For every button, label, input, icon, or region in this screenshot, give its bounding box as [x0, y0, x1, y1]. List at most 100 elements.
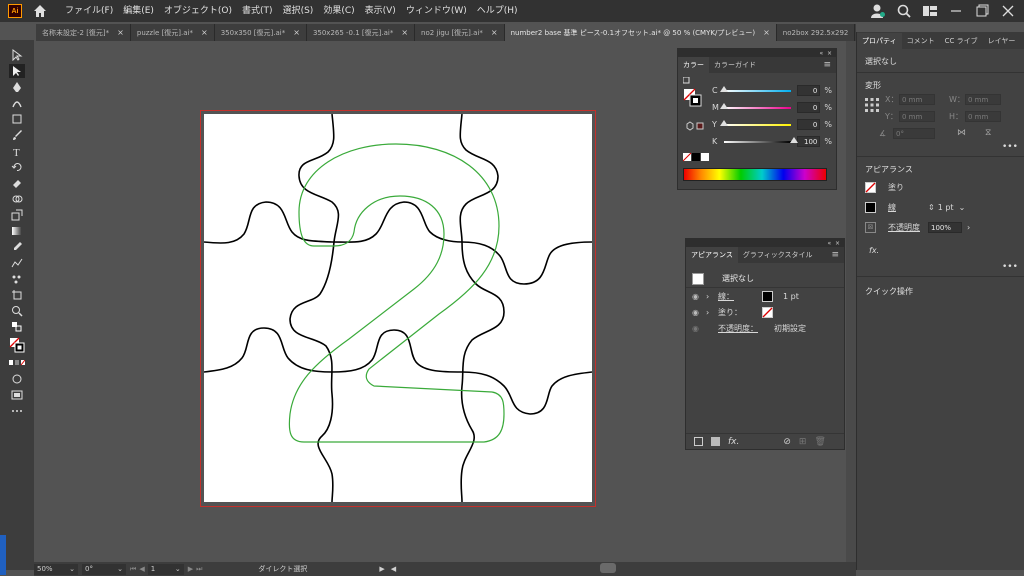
w-field[interactable]: W： 0 mm: [949, 94, 1001, 105]
scale-tool-icon[interactable]: [9, 208, 25, 222]
tab-color[interactable]: カラー: [678, 57, 709, 73]
opacity-label[interactable]: 不透明度: [888, 222, 928, 233]
h-field[interactable]: H： 0 mm: [949, 111, 1001, 122]
props-opacity-row[interactable]: ⊠ 不透明度 100% ›: [865, 222, 970, 233]
opacity-input[interactable]: 100%: [928, 222, 962, 233]
fill-none-swatch[interactable]: [865, 182, 876, 193]
eraser-tool-icon[interactable]: [9, 176, 25, 190]
channel-slider[interactable]: [719, 102, 792, 109]
props-fill-row[interactable]: 塗り: [865, 182, 904, 193]
h-input[interactable]: 0 mm: [965, 111, 1001, 122]
visibility-eye-icon[interactable]: ◉: [692, 292, 704, 301]
zoom-select[interactable]: 50% ⌄: [34, 563, 78, 575]
close-tab-icon[interactable]: ×: [201, 28, 208, 37]
first-artboard-icon[interactable]: ⏮: [130, 565, 136, 574]
curvature-tool-icon[interactable]: [9, 96, 25, 110]
panel-collapse-bar[interactable]: « ×: [678, 49, 836, 57]
close-tab-icon[interactable]: ×: [293, 28, 300, 37]
home-icon[interactable]: [32, 3, 48, 19]
chevron-down-icon[interactable]: ⌄: [959, 203, 966, 212]
flip-horizontal-icon[interactable]: ⋈: [957, 128, 966, 138]
visibility-eye-icon[interactable]: ◉: [692, 308, 704, 317]
panel-menu-icon[interactable]: ≡: [831, 250, 839, 260]
more-appearance-options[interactable]: •••: [1002, 262, 1018, 272]
restore-icon[interactable]: [974, 3, 990, 19]
channel-slider[interactable]: [719, 85, 792, 92]
props-stroke-row[interactable]: 線 ⇕ 1 pt ⌄: [865, 202, 965, 213]
selection-tool-icon[interactable]: [9, 48, 25, 62]
close-tab-icon[interactable]: ×: [401, 28, 408, 37]
doc-tab[interactable]: puzzle [復元].ai* ×: [131, 24, 215, 41]
doc-tab[interactable]: 350x350 [復元].ai* ×: [215, 24, 307, 41]
slider-thumb[interactable]: [789, 136, 798, 143]
close-tab-icon[interactable]: ×: [117, 28, 124, 37]
next-artboard-icon[interactable]: ▶: [188, 565, 193, 573]
add-stroke-icon[interactable]: [694, 437, 703, 446]
w-input[interactable]: 0 mm: [965, 94, 1001, 105]
add-effect-button[interactable]: fx.: [869, 246, 879, 255]
scroll-left-icon[interactable]: ◀: [391, 565, 396, 573]
appearance-opacity-row[interactable]: ◉ 不透明度： 初期設定: [686, 320, 844, 336]
fill-stroke-swatch-icon[interactable]: [9, 336, 25, 354]
rotation-select[interactable]: 0° ⌄: [82, 563, 126, 575]
eyedropper-tool-icon[interactable]: [9, 240, 25, 254]
stroke-label[interactable]: 線: [888, 202, 928, 213]
type-tool-icon[interactable]: T: [9, 144, 25, 158]
prev-artboard-icon[interactable]: ◀: [139, 565, 144, 573]
channel-slider[interactable]: [719, 119, 792, 126]
puzzle-artwork[interactable]: [204, 114, 592, 502]
minimize-icon[interactable]: [948, 3, 964, 19]
panel-collapse-bar[interactable]: « ×: [686, 239, 844, 247]
tab-comments[interactable]: コメント: [902, 33, 940, 49]
pen-tool-icon[interactable]: [9, 80, 25, 94]
x-input[interactable]: 0 mm: [899, 94, 935, 105]
close-tab-icon[interactable]: ×: [763, 28, 770, 37]
more-transform-options[interactable]: •••: [1002, 142, 1018, 152]
artboard-tool-icon[interactable]: [9, 288, 25, 302]
tab-appearance[interactable]: アピアランス: [686, 247, 738, 263]
slider-thumb[interactable]: [719, 85, 728, 92]
menu-effect[interactable]: 効果(C): [318, 0, 359, 22]
stroke-swatch[interactable]: [865, 202, 876, 213]
doc-tab[interactable]: no2box 292.5x292: [777, 24, 856, 41]
stepper-icon[interactable]: ⇕: [928, 203, 935, 212]
tab-properties[interactable]: プロパティ: [857, 32, 902, 49]
fill-stroke-mini-icon[interactable]: [683, 77, 703, 111]
menu-window[interactable]: ウィンドウ(W): [401, 0, 472, 22]
channel-slider[interactable]: [723, 136, 798, 143]
channel-value-input[interactable]: 0: [797, 85, 821, 96]
menu-edit[interactable]: 編集(E): [118, 0, 159, 22]
menu-type[interactable]: 書式(T): [237, 0, 278, 22]
appearance-stroke-row[interactable]: ◉ › 線： 1 pt: [686, 288, 844, 304]
quick-swatches[interactable]: [683, 152, 711, 162]
workspace-layout-icon[interactable]: [922, 3, 938, 19]
tab-graphic-styles[interactable]: グラフィックスタイル: [738, 247, 818, 263]
y-input[interactable]: 0 mm: [899, 111, 935, 122]
doc-tab[interactable]: no2 jigu [復元].ai* ×: [415, 24, 505, 41]
paintbrush-tool-icon[interactable]: [9, 128, 25, 142]
fill-none-swatch[interactable]: [762, 306, 773, 318]
menu-object[interactable]: オブジェクト(O): [159, 0, 237, 22]
stroke-swatch[interactable]: [762, 290, 773, 302]
chevron-right-icon[interactable]: ›: [967, 223, 970, 232]
channel-value-input[interactable]: 0: [797, 102, 821, 113]
reference-point-icon[interactable]: [865, 98, 879, 112]
horizontal-scroll-thumb[interactable]: [600, 563, 616, 573]
blend-tool-icon[interactable]: [9, 256, 25, 270]
angle-field[interactable]: ∡ 0°: [879, 128, 935, 139]
stroke-weight-value[interactable]: 1 pt: [783, 292, 799, 301]
rotate-tool-icon[interactable]: [9, 160, 25, 174]
menu-select[interactable]: 選択(S): [278, 0, 319, 22]
opacity-label[interactable]: 不透明度：: [718, 323, 774, 334]
channel-value-input[interactable]: 0: [797, 119, 821, 130]
expand-chevron-icon[interactable]: ›: [706, 308, 718, 317]
menu-help[interactable]: ヘルプ(H): [472, 0, 523, 22]
doc-tab-active[interactable]: number2 base 基準 ピース-0.1オフセット.ai* @ 50 % …: [504, 24, 777, 41]
user-status-icon[interactable]: [870, 3, 886, 19]
artboard-select[interactable]: 1 ⌄: [147, 563, 184, 575]
panel-menu-icon[interactable]: ≡: [823, 60, 831, 70]
color-mode-icons[interactable]: [9, 356, 25, 370]
flip-vertical-icon[interactable]: ⧖: [985, 128, 991, 138]
add-fill-icon[interactable]: [711, 437, 720, 446]
vertical-scrollbar[interactable]: [846, 41, 856, 562]
